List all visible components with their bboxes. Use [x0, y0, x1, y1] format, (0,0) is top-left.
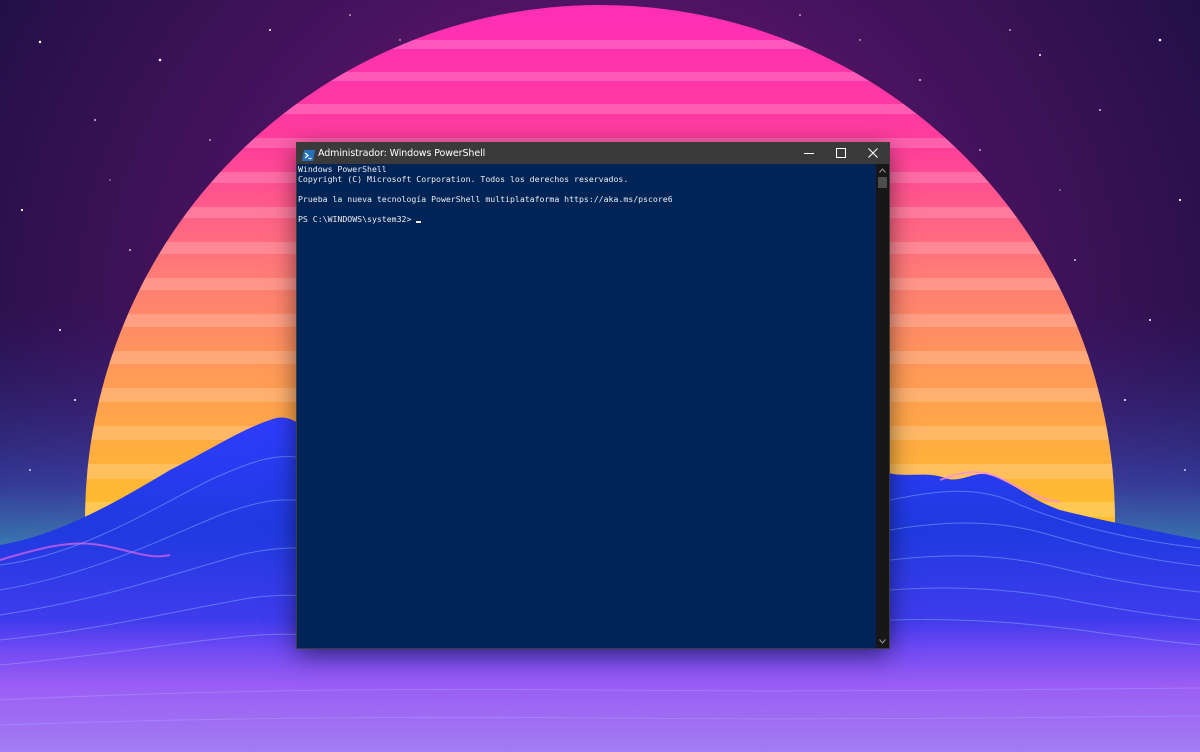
command-prompt: PS C:\WINDOWS\system32>	[298, 214, 412, 224]
command-prompt-line[interactable]: PS C:\WINDOWS\system32>	[298, 214, 422, 224]
console-output[interactable]: Windows PowerShell Copyright (C) Microso…	[297, 164, 876, 648]
scroll-down-button[interactable]	[876, 635, 889, 648]
scroll-thumb[interactable]	[878, 177, 887, 188]
close-icon	[868, 148, 878, 158]
chevron-up-icon	[879, 168, 886, 173]
minimize-button[interactable]	[793, 143, 825, 164]
scroll-up-button[interactable]	[876, 164, 889, 177]
powershell-icon	[302, 147, 315, 161]
console-line: Prueba la nueva tecnología PowerShell mu…	[298, 194, 673, 204]
maximize-button[interactable]	[825, 143, 857, 164]
text-cursor	[416, 221, 422, 223]
window-titlebar[interactable]: Administrador: Windows PowerShell	[297, 143, 889, 164]
maximize-icon	[836, 148, 846, 158]
powershell-window[interactable]: Administrador: Windows PowerShell Window…	[297, 143, 889, 648]
chevron-down-icon	[879, 639, 886, 644]
close-button[interactable]	[857, 143, 889, 164]
vertical-scrollbar[interactable]	[876, 164, 889, 648]
console-line: Copyright (C) Microsoft Corporation. Tod…	[298, 174, 629, 184]
console-line: Windows PowerShell	[298, 164, 387, 174]
minimize-icon	[804, 153, 814, 154]
window-title: Administrador: Windows PowerShell	[318, 148, 486, 159]
